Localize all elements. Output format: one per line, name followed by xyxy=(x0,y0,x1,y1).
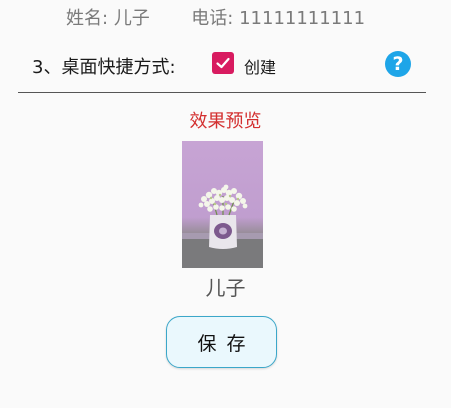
preview-title: 效果预览 xyxy=(189,111,262,132)
name-value: 儿子 xyxy=(113,8,150,29)
phone-label: 电话: xyxy=(191,8,234,29)
shortcut-label: 3、桌面快捷方式: xyxy=(32,57,176,78)
name-label: 姓名: xyxy=(66,8,109,29)
preview-image xyxy=(182,141,263,268)
preview-name: 儿子 xyxy=(205,276,246,300)
shortcut-row: 3、桌面快捷方式: 创建 ? xyxy=(32,50,422,80)
create-shortcut-checkbox[interactable] xyxy=(212,52,234,74)
help-icon[interactable]: ? xyxy=(385,51,411,77)
contact-info: 姓名: 儿子 电话: 11111111111 xyxy=(66,4,365,30)
check-icon xyxy=(216,57,230,69)
phone-value: 11111111111 xyxy=(239,8,366,29)
create-shortcut-label[interactable]: 创建 xyxy=(244,54,276,78)
save-button[interactable]: 保存 xyxy=(166,316,277,368)
flower-vase-picture xyxy=(182,184,263,268)
divider xyxy=(18,92,426,93)
